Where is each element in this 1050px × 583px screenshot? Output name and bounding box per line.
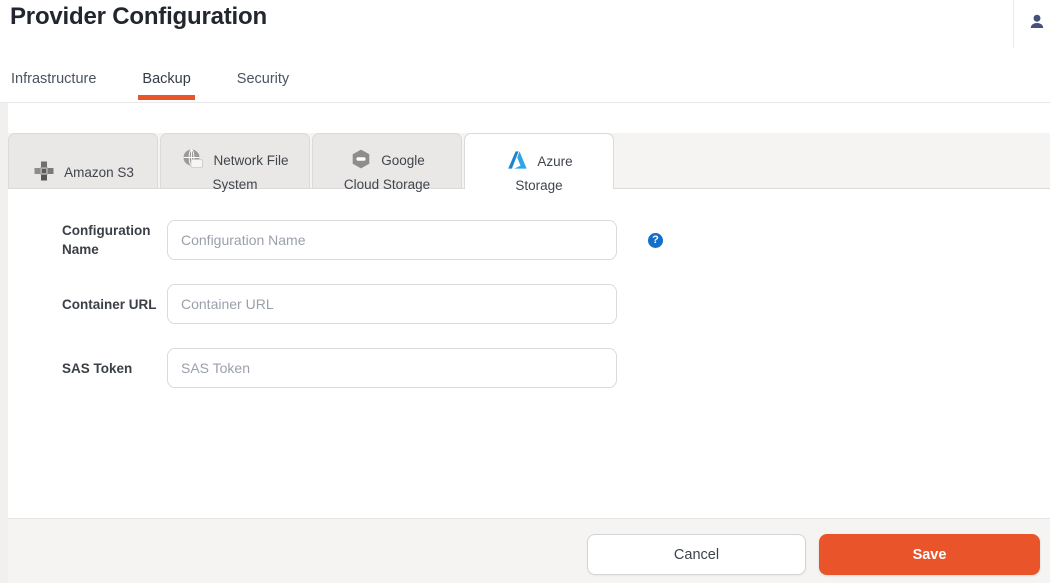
page-header: Provider Configuration Infrastructure Ba… [0,0,1050,103]
nav-item-infrastructure[interactable]: Infrastructure [11,71,96,102]
sas-token-label: SAS Token [62,359,158,378]
save-button[interactable]: Save [819,534,1040,575]
azure-storage-form: Configuration Name Container URL SAS Tok… [8,189,1050,518]
tab-google-cloud-storage[interactable]: Google Cloud Storage [312,133,462,188]
page-body: Amazon S3 Network File System [0,103,1050,583]
form-row-configuration-name: Configuration Name [8,220,1050,260]
nav-item-security[interactable]: Security [237,71,289,102]
tab-label: Amazon S3 [64,165,134,180]
tab-amazon-s3[interactable]: Amazon S3 [8,133,158,188]
google-cloud-storage-icon [349,153,381,168]
sas-token-input[interactable] [167,348,617,388]
backup-provider-card: Amazon S3 Network File System [8,103,1050,583]
container-url-input[interactable] [167,284,617,324]
configuration-name-input[interactable] [167,220,617,260]
provider-tab-bar: Amazon S3 Network File System [8,133,1050,189]
person-icon [1028,13,1046,36]
user-menu[interactable] [1013,0,1050,48]
section-nav: Infrastructure Backup Security [11,71,289,102]
tab-label: Network File System [212,153,288,192]
tab-azure-storage[interactable]: Azure Storage [464,133,614,189]
form-row-container-url: Container URL [8,284,1050,324]
tab-network-file-system[interactable]: Network File System [160,133,310,188]
form-footer: Cancel Save [8,518,1050,583]
network-file-system-icon [181,153,213,168]
left-gutter [0,103,8,583]
configuration-name-label: Configuration Name [62,221,158,259]
nav-item-backup[interactable]: Backup [142,71,190,102]
container-url-label: Container URL [62,295,158,314]
form-row-sas-token: SAS Token [8,348,1050,388]
page-title: Provider Configuration [10,3,267,31]
help-icon[interactable] [648,233,663,248]
cancel-button[interactable]: Cancel [587,534,806,575]
amazon-s3-icon [32,165,64,180]
azure-storage-icon [505,154,537,169]
